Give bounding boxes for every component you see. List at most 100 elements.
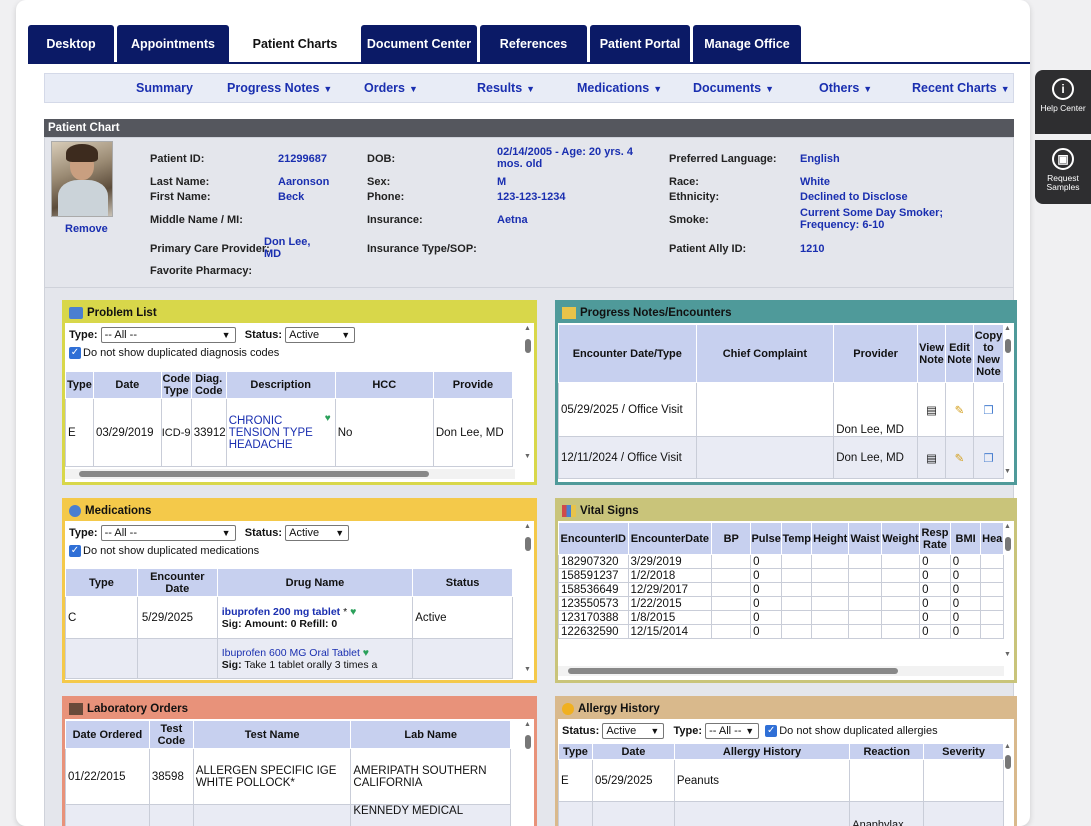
- cell-type: E: [558, 759, 593, 802]
- vitals-cell: [781, 568, 813, 583]
- vitals-cell: [811, 554, 850, 569]
- description-link[interactable]: CHRONIC TENSION TYPE HEADACHE: [229, 415, 313, 451]
- table-row[interactable]: E 05/29/2025 Peanuts: [558, 759, 1004, 802]
- tab-patient-charts[interactable]: Patient Charts: [232, 25, 358, 63]
- value-ally-id: 1210: [800, 243, 825, 255]
- allergy-title: Allergy History: [578, 703, 660, 715]
- value-pcp[interactable]: Don Lee, MD: [264, 236, 324, 260]
- request-samples-button[interactable]: ▣ Request Samples: [1035, 140, 1091, 204]
- subnav-results[interactable]: Results ▼: [477, 81, 535, 95]
- vitals-hscroll[interactable]: [558, 666, 1004, 676]
- problem-type-select[interactable]: -- All -- ▼: [100, 327, 236, 344]
- view-note-icon[interactable]: ▤: [917, 436, 946, 479]
- subnav-summary[interactable]: Summary: [136, 81, 193, 95]
- view-note-icon[interactable]: ▤: [917, 382, 946, 437]
- vitals-vscroll[interactable]: ▲ ▼: [1004, 523, 1012, 663]
- medications-vscroll[interactable]: ▲ ▼: [524, 523, 532, 678]
- table-row[interactable]: 123170388 1/8/2015 0 0 0: [558, 610, 1004, 625]
- info-icon[interactable]: ♥: [350, 606, 356, 618]
- table-row[interactable]: 01/22/2015 38598 ALLERGEN SPECIFIC IGE W…: [65, 748, 511, 805]
- subnav-orders[interactable]: Orders ▼: [364, 81, 418, 95]
- allergy-status-select[interactable]: Active ▼: [602, 723, 665, 740]
- status-label: Status:: [244, 329, 283, 341]
- table-row[interactable]: 12/11/2024 / Office Visit Don Lee, MD ▤ …: [558, 436, 1005, 479]
- table-row[interactable]: C 5/29/2025 ibuprofen 200 mg tablet * ♥ …: [65, 596, 513, 639]
- table-row[interactable]: Anaphylax: [558, 801, 1004, 826]
- vitals-cell: 0: [949, 568, 982, 583]
- col-status: Status: [412, 568, 513, 597]
- cell-date: 5/29/2025: [136, 596, 218, 639]
- dup-diagnosis-checkbox[interactable]: ✓: [69, 347, 81, 360]
- label-dob: DOB:: [367, 153, 396, 165]
- edit-pencil-icon[interactable]: ✎: [945, 382, 974, 437]
- cell-code: 38598: [148, 748, 194, 805]
- subnav-recent-charts[interactable]: Recent Charts ▼: [912, 81, 1010, 95]
- subnav-medications[interactable]: Medications ▼: [577, 81, 662, 95]
- vitals-cell: [848, 596, 882, 611]
- remove-photo-link[interactable]: Remove: [65, 223, 108, 235]
- caret-down-icon: ▼: [323, 84, 333, 94]
- dup-medications-checkbox[interactable]: ✓: [69, 545, 81, 558]
- help-center-button[interactable]: i Help Center: [1035, 70, 1091, 134]
- copy-icon[interactable]: ❐: [972, 382, 1005, 437]
- tab-appointments[interactable]: Appointments: [117, 25, 229, 63]
- tab-manage-office[interactable]: Manage Office: [693, 25, 801, 63]
- vital-signs-table: EncounterID EncounterDate BP Pulse Temp …: [558, 522, 1004, 639]
- copy-icon[interactable]: ❐: [972, 436, 1005, 479]
- table-row[interactable]: 05/29/2025 / Office Visit Don Lee, MD ▤ …: [558, 382, 1005, 437]
- info-icon[interactable]: ♥: [325, 413, 331, 424]
- tab-desktop[interactable]: Desktop: [28, 25, 114, 63]
- edit-pencil-icon[interactable]: ✎: [945, 436, 974, 479]
- info-icon[interactable]: ♥: [363, 647, 369, 659]
- type-label: Type:: [673, 725, 703, 737]
- table-row[interactable]: Ibuprofen 600 MG Oral Tablet ♥ Sig: Take…: [65, 638, 513, 679]
- tab-patient-portal[interactable]: Patient Portal: [590, 25, 690, 63]
- cell-date: 03/29/2019: [92, 398, 162, 467]
- allergy-type-select[interactable]: -- All -- ▼: [705, 723, 760, 740]
- vitals-cell: [711, 568, 752, 583]
- col-encounter: Encounter Date/Type: [558, 324, 697, 383]
- table-row[interactable]: 182907320 3/29/2019 0 0 0: [558, 554, 1004, 569]
- cell-type: [558, 801, 593, 826]
- subnav-others[interactable]: Others ▼: [819, 81, 872, 95]
- cell-provider: Don Lee, MD: [833, 436, 919, 479]
- medication-status-select[interactable]: Active ▼: [285, 525, 350, 542]
- subnav-progress-notes[interactable]: Progress Notes ▼: [227, 81, 332, 95]
- label-ally-id: Patient Ally ID:: [669, 243, 747, 255]
- vitals-cell: [848, 568, 882, 583]
- value-phone: 123-123-1234: [497, 191, 566, 203]
- medication-type-select[interactable]: -- All -- ▼: [100, 525, 236, 542]
- vitals-cell: 0: [750, 568, 783, 583]
- drug-link[interactable]: ibuprofen 200 mg tablet: [222, 606, 340, 618]
- vitals-cell: 0: [750, 554, 783, 569]
- vitals-cell: 158536649: [558, 582, 629, 597]
- vitals-cell: 12/29/2017: [627, 582, 713, 597]
- problem-hscroll[interactable]: [65, 469, 515, 479]
- table-row[interactable]: KENNEDY MEDICAL: [65, 804, 511, 826]
- dup-allergies-checkbox[interactable]: ✓: [765, 725, 778, 738]
- table-row[interactable]: E 03/29/2019 ICD-9 33912 CHRONIC TENSION…: [65, 398, 514, 467]
- notes-icon: [562, 307, 576, 319]
- vitals-cell: [848, 582, 882, 597]
- chevron-down-icon: ▼: [745, 726, 755, 737]
- progress-vscroll[interactable]: ▲ ▼: [1004, 325, 1012, 480]
- drug-link[interactable]: Ibuprofen 600 MG Oral Tablet: [222, 647, 360, 659]
- allergy-vscroll[interactable]: ▲: [1004, 743, 1012, 826]
- tab-references[interactable]: References: [480, 25, 587, 63]
- problem-vscroll[interactable]: ▲ ▼: [524, 325, 532, 465]
- vitals-chart-icon: [562, 505, 576, 517]
- cell-encounter: 12/11/2024 / Office Visit: [558, 436, 697, 479]
- table-row[interactable]: 122632590 12/15/2014 0 0 0: [558, 624, 1004, 639]
- col-pulse: Pulse: [750, 522, 783, 555]
- label-insurance-type: Insurance Type/SOP:: [367, 243, 477, 255]
- table-row[interactable]: 158591237 1/2/2018 0 0 0: [558, 568, 1004, 583]
- vitals-cell: 158591237: [558, 568, 629, 583]
- table-row[interactable]: 158536649 12/29/2017 0 0 0: [558, 582, 1004, 597]
- vital-signs-panel: Vital Signs EncounterID EncounterDate BP…: [555, 498, 1017, 683]
- problem-status-select[interactable]: Active ▼: [285, 327, 356, 344]
- table-row[interactable]: 123550573 1/22/2015 0 0 0: [558, 596, 1004, 611]
- subnav-documents[interactable]: Documents ▼: [693, 81, 774, 95]
- labs-vscroll[interactable]: ▲: [524, 721, 532, 826]
- tab-document-center[interactable]: Document Center: [361, 25, 477, 63]
- allergy-filters: Status: Active ▼ Type: -- All -- ▼ ✓ Do not…: [558, 719, 1014, 743]
